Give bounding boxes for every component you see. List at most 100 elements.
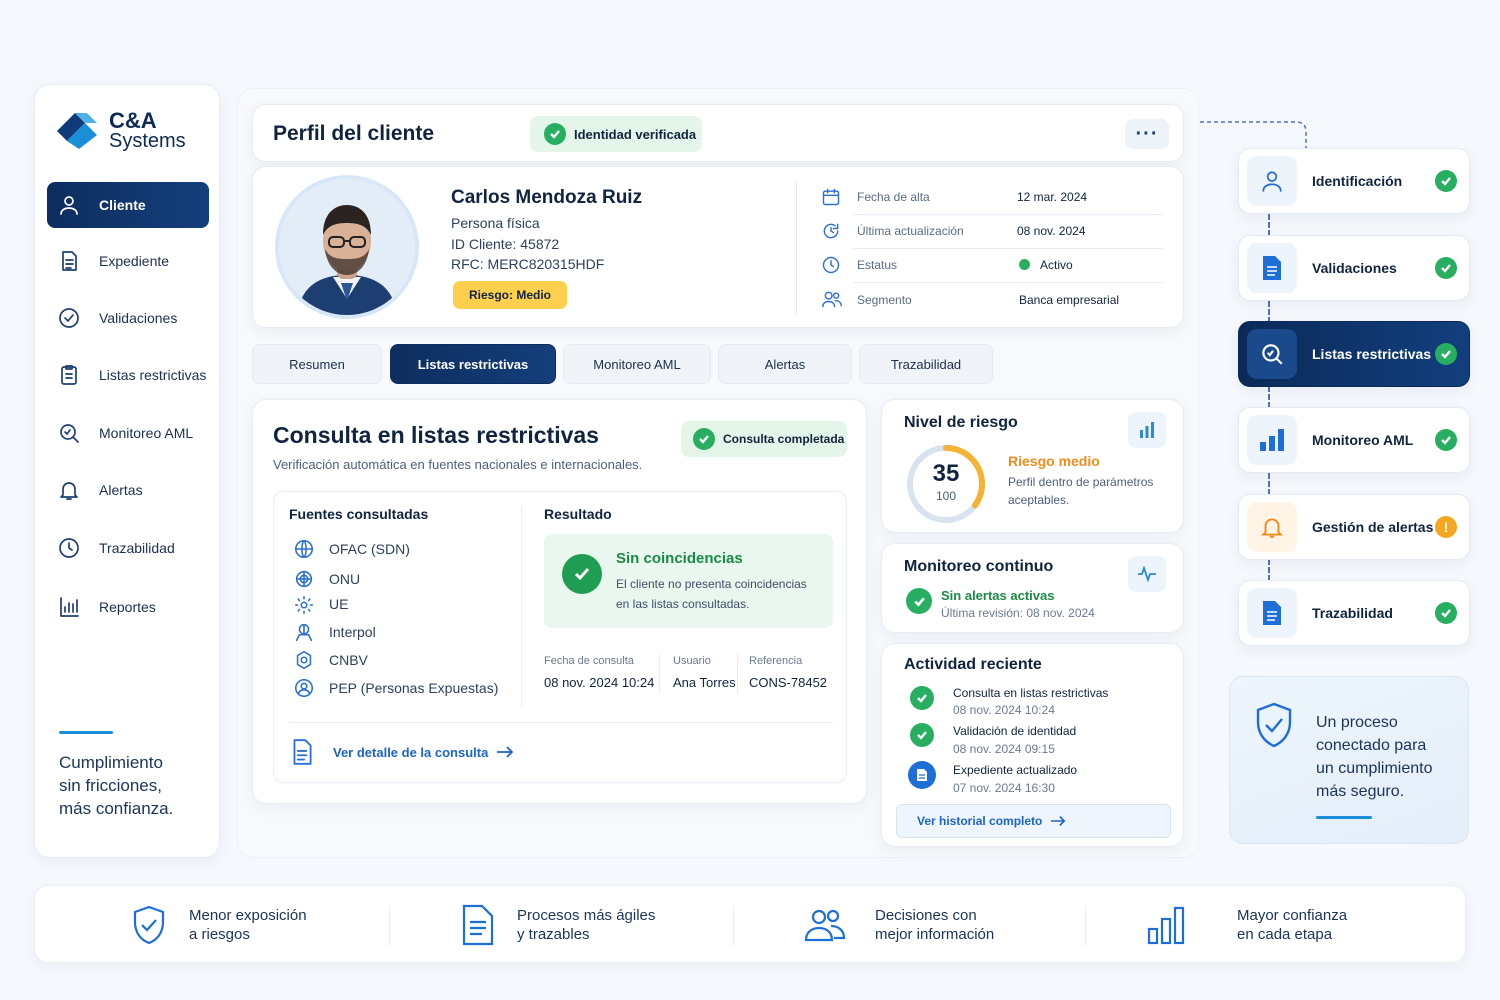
avatar-photo (279, 179, 415, 315)
benefits-band: Menor exposición a riesgos Procesos más á… (34, 885, 1466, 963)
warning-icon: ! (1435, 516, 1457, 538)
meta-value: 08 nov. 2024 10:24 (544, 675, 655, 690)
tab-resumen[interactable]: Resumen (252, 344, 382, 384)
globe-icon (294, 539, 314, 559)
divider (733, 906, 734, 946)
divider (659, 654, 660, 694)
consulta-completed-badge: Consulta completada (681, 421, 847, 457)
activity-date: 07 nov. 2024 16:30 (953, 781, 1055, 795)
document-badge-icon (908, 761, 936, 789)
check-icon (910, 723, 934, 747)
link-label: Ver historial completo (917, 814, 1043, 828)
consulta-subtitle: Verificación automática en fuentes nacio… (273, 457, 643, 472)
sidebar-item-reportes[interactable]: Reportes (47, 584, 209, 630)
more-options-button[interactable]: ··· (1125, 119, 1169, 149)
benefit-line: a riesgos (189, 926, 250, 943)
check-icon (693, 428, 715, 450)
flow-step-label: Monitoreo AML (1312, 432, 1414, 448)
risk-label: Riesgo medio (1008, 453, 1100, 469)
arrow-right-icon (1051, 815, 1066, 827)
detail-link[interactable]: Ver detalle de la consulta (289, 738, 514, 766)
flow-connector (1268, 473, 1270, 495)
user-icon (60, 196, 78, 215)
header-bar: Perfil del cliente Identidad verificada … (252, 104, 1184, 162)
tab-listas-restrictivas[interactable]: Listas restrictivas (390, 344, 556, 384)
tab-alertas[interactable]: Alertas (718, 344, 852, 384)
sidebar-item-trazabilidad[interactable]: Trazabilidad (47, 525, 209, 571)
detail-label: Estatus (857, 258, 898, 272)
tab-monitoreo-aml[interactable]: Monitoreo AML (563, 344, 711, 384)
consulta-card: Consulta en listas restrictivas Verifica… (252, 399, 867, 804)
flow-connector (1268, 386, 1270, 408)
person-circle-icon (294, 678, 314, 698)
flow-connector (1268, 214, 1270, 236)
flow-step-validaciones[interactable]: Validaciones (1238, 235, 1470, 301)
un-emblem-icon (295, 570, 313, 588)
benefit-line: Decisiones con (875, 907, 977, 924)
row-divider (289, 722, 833, 723)
sidebar-item-alertas[interactable]: Alertas (47, 467, 209, 513)
flow-connector (1268, 301, 1270, 323)
flow-step-trazabilidad[interactable]: Trazabilidad (1238, 580, 1470, 646)
benefit-text: Procesos más ágiles y trazables (517, 906, 655, 944)
client-id: ID Cliente: 45872 (451, 236, 560, 252)
flow-step-listas-restrictivas[interactable]: Listas restrictivas (1238, 321, 1470, 387)
detail-value: 08 nov. 2024 (1017, 224, 1086, 238)
flow-step-gestion-alertas[interactable]: Gestión de alertas ! (1238, 494, 1470, 560)
detail-label: Última actualización (857, 224, 964, 238)
sidebar-item-label: Monitoreo AML (99, 425, 194, 441)
refresh-icon (823, 223, 839, 239)
document-icon (1247, 243, 1297, 293)
flow-step-label: Trazabilidad (1312, 605, 1393, 621)
calendar-icon (822, 188, 840, 206)
promo-accent (1316, 816, 1372, 819)
client-rfc: RFC: MERC820315HDF (451, 256, 605, 272)
divider (796, 181, 797, 315)
monitor-last: Última revisión: 08 nov. 2024 (941, 606, 1095, 620)
result-text: El cliente no presenta coincidencias en … (616, 574, 807, 614)
tab-trazabilidad[interactable]: Trazabilidad (859, 344, 993, 384)
badge-label: Consulta completada (723, 432, 845, 446)
sidebar-item-listas[interactable]: Listas restrictivas (47, 352, 209, 398)
sidebar-item-validaciones[interactable]: Validaciones (47, 295, 209, 341)
sidebar-item-label: Reportes (99, 599, 156, 615)
check-icon (910, 686, 934, 710)
sidebar-item-label: Cliente (99, 197, 146, 213)
page-title: Perfil del cliente (273, 122, 435, 145)
client-profile-card: Carlos Mendoza Ruiz Persona física ID Cl… (252, 166, 1184, 328)
monitor-activity-button[interactable] (1128, 556, 1166, 592)
benefit-item: Procesos más ágiles y trazables (461, 886, 655, 964)
sidebar-item-label: Listas restrictivas (99, 367, 207, 383)
meta-value: Ana Torres (673, 675, 736, 690)
sidebar-item-expediente[interactable]: Expediente (47, 238, 209, 284)
flow-step-identificacion[interactable]: Identificación (1238, 148, 1470, 214)
interpol-icon (295, 623, 313, 642)
activity-text: Validación de identidad (953, 724, 1077, 738)
detail-label: Segmento (857, 293, 912, 307)
flow-step-monitoreo-aml[interactable]: Monitoreo AML (1238, 407, 1470, 473)
clock-icon (59, 538, 79, 558)
bell-icon (1247, 502, 1297, 552)
user-icon (1247, 156, 1297, 206)
flow-step-label: Gestión de alertas (1312, 519, 1434, 535)
sidebar-item-label: Validaciones (99, 310, 178, 326)
brand-name-block: C&A Systems (109, 110, 186, 152)
divider (521, 506, 522, 706)
activity-card: Actividad reciente Consulta en listas re… (881, 643, 1184, 847)
activity-date: 08 nov. 2024 10:24 (953, 703, 1055, 717)
promo-line: conectado para (1316, 737, 1427, 754)
tagline-accent (59, 731, 113, 734)
brand-logo[interactable] (55, 109, 101, 151)
cnbv-seal-icon (296, 650, 312, 670)
check-icon (906, 588, 932, 614)
risk-title: Nivel de riesgo (904, 414, 1018, 431)
promo-line: un cumplimiento (1316, 760, 1433, 777)
detail-label: Fecha de alta (857, 190, 930, 204)
sidebar: C&A Systems Cliente Expediente Validacio… (34, 84, 220, 858)
consulta-title: Consulta en listas restrictivas (273, 422, 599, 448)
history-link[interactable]: Ver historial completo (896, 804, 1171, 838)
sidebar-item-monitoreo[interactable]: Monitoreo AML (47, 410, 209, 456)
risk-chart-button[interactable] (1128, 412, 1166, 448)
status-dot (1019, 259, 1030, 270)
sidebar-item-cliente[interactable]: Cliente (47, 182, 209, 228)
